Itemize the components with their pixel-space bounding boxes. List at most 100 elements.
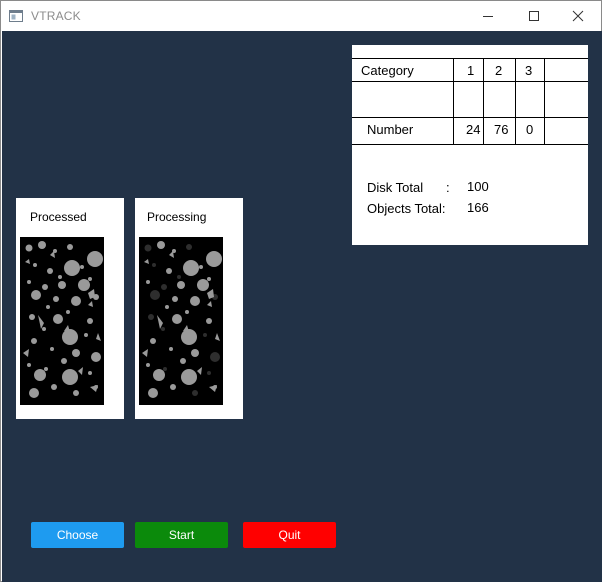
app-window-icon: [9, 10, 23, 22]
particle-dot: [148, 388, 158, 398]
particle-dot: [87, 251, 103, 267]
processing-panel: Processing: [135, 198, 243, 419]
particle-dot: [153, 369, 165, 381]
particle-shard: [183, 325, 189, 332]
particle-dot: [180, 358, 186, 364]
choose-button[interactable]: Choose: [31, 522, 124, 548]
particle-dot: [42, 284, 48, 290]
particle-dot: [73, 390, 79, 396]
particle-dot: [91, 352, 101, 362]
category-1: 1: [467, 63, 475, 78]
main-area: Processed Processing Category 1 2 3 Numb…: [2, 31, 602, 582]
particle-dot: [163, 367, 167, 371]
statistics-panel: Category 1 2 3 Number 24 76 0 Disk Total…: [352, 45, 588, 245]
start-button[interactable]: Start: [135, 522, 228, 548]
quit-button[interactable]: Quit: [243, 522, 336, 548]
disk-total-label: Disk Total: [367, 180, 424, 195]
particle-dot: [72, 349, 80, 357]
particle-dot: [169, 347, 173, 351]
particle-dot: [25, 244, 33, 252]
number-3: 0: [526, 122, 534, 137]
number-header: Number: [367, 122, 414, 137]
particle-dot: [207, 371, 211, 375]
particle-dot: [197, 279, 209, 291]
particle-dot: [192, 390, 198, 396]
particle-dot: [148, 314, 154, 320]
particle-dot: [31, 290, 41, 300]
particle-dot: [161, 327, 165, 331]
particle-dot: [58, 281, 66, 289]
particle-dot: [206, 318, 212, 324]
particle-dot: [27, 280, 31, 284]
particle-dot: [144, 244, 152, 252]
particle-dot: [203, 333, 207, 337]
particle-dot: [150, 338, 156, 344]
particle-dot: [58, 275, 62, 279]
minimize-icon: [483, 16, 493, 17]
processed-panel: Processed: [16, 198, 124, 419]
particle-shard: [23, 349, 29, 357]
category-3: 3: [525, 63, 533, 78]
particle-dot: [31, 338, 37, 344]
processing-image: [139, 237, 223, 405]
particle-dot: [186, 244, 192, 250]
particle-dot: [172, 314, 182, 324]
particle-dot: [84, 333, 88, 337]
particle-shard: [215, 333, 220, 341]
category-header: Category: [361, 63, 414, 78]
particle-dot: [44, 367, 48, 371]
number-1: 24: [466, 122, 481, 137]
particle-shard: [197, 367, 202, 375]
particle-shard: [207, 301, 212, 307]
particle-dot: [61, 358, 67, 364]
particle-dot: [27, 363, 31, 367]
particle-dot: [181, 369, 197, 385]
objects-total-value: 166: [467, 200, 489, 215]
minimize-button[interactable]: [465, 1, 511, 31]
particle-shard: [78, 367, 83, 375]
particle-dot: [42, 327, 46, 331]
particle-dot: [166, 268, 172, 274]
maximize-button[interactable]: [511, 1, 557, 31]
particle-dot: [34, 369, 46, 381]
window-title: VTRACK: [31, 9, 81, 23]
particle-dot: [183, 260, 199, 276]
particle-shard: [88, 301, 93, 307]
particle-dot: [53, 296, 59, 302]
particle-shard: [96, 333, 101, 341]
particle-dot: [38, 241, 46, 249]
particle-dot: [46, 305, 50, 309]
processing-label: Processing: [147, 210, 207, 224]
particle-dot: [177, 275, 181, 279]
particle-dot: [161, 284, 167, 290]
particle-dot: [170, 384, 176, 390]
particle-dot: [88, 277, 92, 281]
particle-dot: [51, 384, 57, 390]
particle-dot: [152, 263, 156, 267]
particle-dot: [88, 371, 92, 375]
particle-shard: [90, 385, 98, 392]
particle-dot: [191, 349, 199, 357]
particle-dot: [146, 280, 150, 284]
app-window: VTRACK Processed Processing Category 1 2…: [0, 0, 602, 582]
particle-dot: [64, 260, 80, 276]
particle-dot: [146, 363, 150, 367]
particle-dot: [206, 251, 222, 267]
objects-total-label: Objects Total:: [367, 201, 446, 216]
particle-dot: [71, 296, 81, 306]
particle-dot: [29, 388, 39, 398]
particle-shard: [142, 349, 148, 357]
particle-dot: [80, 265, 84, 269]
particle-dot: [50, 347, 54, 351]
particle-dot: [172, 296, 178, 302]
close-button[interactable]: [555, 1, 601, 31]
particle-dot: [150, 290, 160, 300]
particle-dot: [207, 277, 211, 281]
number-2: 76: [494, 122, 509, 137]
particle-dot: [66, 310, 70, 314]
particle-shard: [25, 259, 30, 264]
particle-shard: [209, 385, 217, 392]
particle-dot: [165, 305, 169, 309]
particle-dot: [87, 318, 93, 324]
title-bar[interactable]: VTRACK: [1, 1, 601, 31]
